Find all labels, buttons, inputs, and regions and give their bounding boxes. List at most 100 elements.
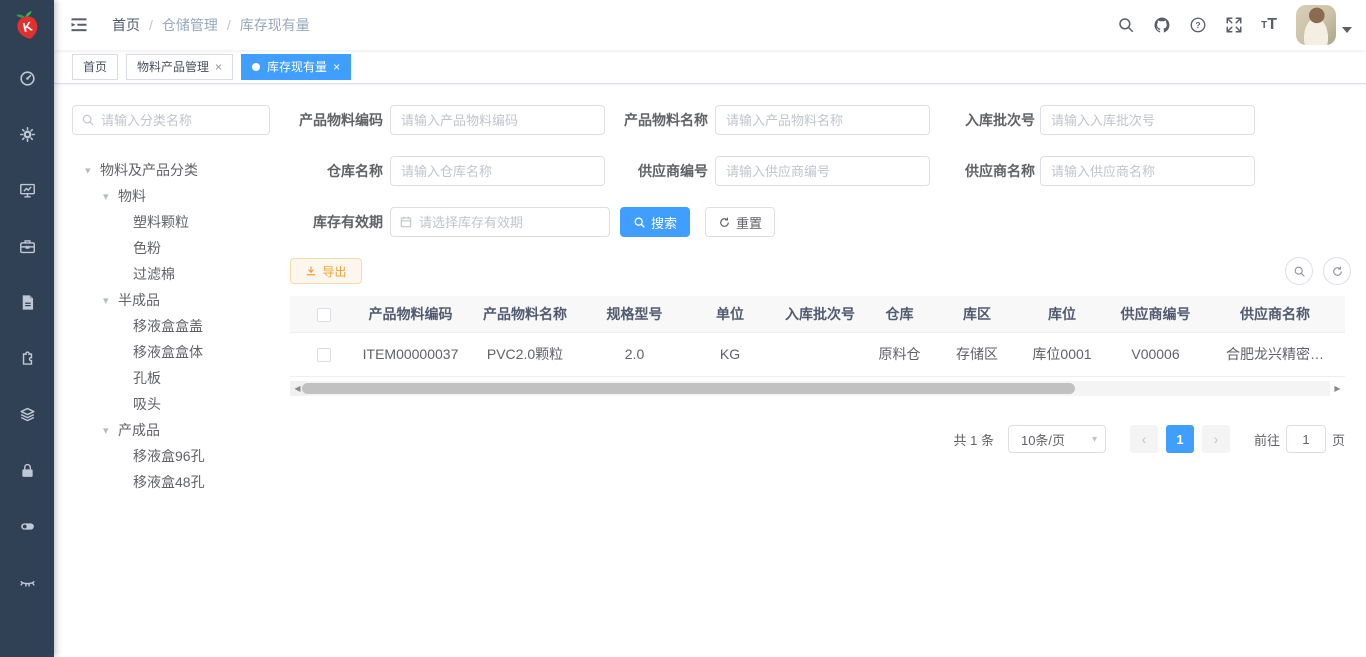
hamburger-icon[interactable] bbox=[54, 0, 104, 50]
cell-item-name: PVC2.0颗粒 bbox=[464, 332, 586, 376]
font-size-button[interactable]: TT bbox=[1252, 0, 1286, 50]
chevron-down-icon: ▾ bbox=[1092, 434, 1097, 445]
scroll-right-icon[interactable]: ▶ bbox=[1330, 381, 1345, 396]
avatar[interactable] bbox=[1296, 5, 1336, 45]
table-row[interactable]: ITEM00000037 PVC2.0颗粒 2.0 KG 原料仓 存储区 库位0… bbox=[290, 332, 1345, 376]
tree-node-leaf[interactable]: 移液盒96孔 bbox=[60, 443, 285, 469]
sidebar-item-eye-closed[interactable] bbox=[0, 554, 54, 610]
top-navbar: 首页 / 仓储管理 / 库存现有量 ? TT bbox=[54, 0, 1366, 50]
tree-node-leaf[interactable]: 孔板 bbox=[60, 365, 285, 391]
sidebar-item-document[interactable] bbox=[0, 274, 54, 330]
tab-inventory-onhand[interactable]: 库存现有量 × bbox=[241, 54, 351, 80]
goto-label: 前往 bbox=[1254, 430, 1280, 449]
svg-text:?: ? bbox=[1196, 21, 1201, 30]
tree-node-leaf[interactable]: 色粉 bbox=[60, 235, 285, 261]
dashboard-icon bbox=[18, 69, 37, 88]
table-header-row: 产品物料编码 产品物料名称 规格型号 单位 入库批次号 仓库 库区 库位 供应商… bbox=[290, 296, 1345, 332]
column-header: 供应商名称 bbox=[1205, 296, 1345, 332]
tree-node-leaf[interactable]: 吸头 bbox=[60, 391, 285, 417]
fullscreen-button[interactable] bbox=[1216, 0, 1252, 50]
breadcrumb-item-current: 库存现有量 bbox=[240, 15, 310, 35]
header-search-button[interactable] bbox=[1108, 0, 1144, 50]
document-icon bbox=[18, 293, 37, 312]
sidebar-item-dashboard[interactable] bbox=[0, 50, 54, 106]
cell-spec: 2.0 bbox=[586, 332, 683, 376]
cell-batch bbox=[777, 332, 863, 376]
app-sidebar: K bbox=[0, 0, 54, 657]
download-icon bbox=[305, 265, 317, 277]
fullscreen-icon bbox=[1225, 16, 1243, 34]
page-size-select[interactable]: 10条/页 ▾ bbox=[1008, 425, 1106, 453]
export-button[interactable]: 导出 bbox=[290, 258, 362, 284]
caret-down-icon[interactable]: ▾ bbox=[103, 190, 118, 203]
expiry-date-input[interactable] bbox=[419, 215, 601, 230]
breadcrumb-separator: / bbox=[149, 17, 153, 33]
tree-node-leaf[interactable]: 移液盒盒盖 bbox=[60, 313, 285, 339]
caret-down-icon[interactable]: ▾ bbox=[103, 294, 118, 307]
eye-closed-icon bbox=[18, 573, 37, 592]
question-icon: ? bbox=[1189, 16, 1207, 34]
close-icon[interactable]: × bbox=[333, 60, 340, 74]
caret-down-icon[interactable]: ▾ bbox=[85, 164, 100, 177]
page-number-button[interactable]: 1 bbox=[1166, 425, 1194, 453]
tree-node-semifinished[interactable]: ▾半成品 bbox=[60, 287, 285, 313]
close-icon[interactable]: × bbox=[215, 60, 222, 74]
column-header: 产品物料名称 bbox=[464, 296, 586, 332]
caret-down-icon[interactable]: ▾ bbox=[103, 424, 118, 437]
tree-node-material[interactable]: ▾物料 bbox=[60, 183, 285, 209]
sidebar-item-toggle[interactable] bbox=[0, 498, 54, 554]
active-dot-icon bbox=[252, 63, 260, 71]
prev-page-button[interactable]: ‹ bbox=[1130, 425, 1158, 453]
next-page-button[interactable]: › bbox=[1202, 425, 1230, 453]
cell-supplier-code: V00006 bbox=[1106, 332, 1205, 376]
sidebar-item-puzzle[interactable] bbox=[0, 330, 54, 386]
cell-item-code: ITEM00000037 bbox=[357, 332, 464, 376]
sidebar-item-lock[interactable] bbox=[0, 442, 54, 498]
column-header: 库位 bbox=[1018, 296, 1106, 332]
app-logo[interactable]: K bbox=[0, 0, 54, 50]
sidebar-item-layers[interactable] bbox=[0, 386, 54, 442]
tree-node-leaf[interactable]: 移液盒48孔 bbox=[60, 469, 285, 495]
batch-no-input[interactable] bbox=[1040, 105, 1255, 135]
column-header: 单位 bbox=[683, 296, 777, 332]
refresh-table-button[interactable] bbox=[1323, 257, 1351, 285]
help-button[interactable]: ? bbox=[1180, 0, 1216, 50]
scrollbar-thumb[interactable] bbox=[302, 383, 1075, 394]
breadcrumb: 首页 / 仓储管理 / 库存现有量 bbox=[112, 15, 310, 35]
goto-page-input[interactable] bbox=[1286, 425, 1326, 453]
cell-warehouse: 原料仓 bbox=[863, 332, 936, 376]
toggle-search-button[interactable] bbox=[1285, 257, 1313, 285]
reset-button[interactable]: 重置 bbox=[705, 207, 775, 237]
tab-material-product[interactable]: 物料产品管理 × bbox=[126, 54, 233, 80]
page-unit-label: 页 bbox=[1332, 430, 1345, 449]
puzzle-icon bbox=[18, 349, 37, 368]
select-all-checkbox[interactable] bbox=[317, 308, 331, 322]
horizontal-scrollbar[interactable]: ◀ ▶ bbox=[290, 381, 1345, 396]
tree-node-finished[interactable]: ▾产成品 bbox=[60, 417, 285, 443]
tree-node-leaf[interactable]: 移液盒盒体 bbox=[60, 339, 285, 365]
sidebar-item-toolbox[interactable] bbox=[0, 218, 54, 274]
breadcrumb-item-home[interactable]: 首页 bbox=[112, 15, 140, 35]
sidebar-item-monitor[interactable] bbox=[0, 162, 54, 218]
breadcrumb-item-warehouse: 仓储管理 bbox=[162, 15, 218, 35]
main-content: ▾物料及产品分类 ▾物料 塑料颗粒 色粉 过滤棉 ▾半成品 移液盒盒盖 移液盒盒… bbox=[54, 84, 1366, 657]
column-header: 库区 bbox=[936, 296, 1018, 332]
field-label-item-code: 产品物料编码 bbox=[233, 105, 383, 135]
navbar-actions: ? TT bbox=[1108, 0, 1366, 50]
tree-node-leaf[interactable]: 过滤棉 bbox=[60, 261, 285, 287]
tab-home[interactable]: 首页 bbox=[72, 54, 118, 80]
layers-icon bbox=[18, 405, 37, 424]
search-icon bbox=[1293, 265, 1306, 278]
github-button[interactable] bbox=[1144, 0, 1180, 50]
refresh-icon bbox=[718, 216, 731, 229]
row-checkbox[interactable] bbox=[317, 348, 331, 362]
search-icon bbox=[1117, 16, 1135, 34]
sidebar-item-settings[interactable] bbox=[0, 106, 54, 162]
expiry-date-picker[interactable] bbox=[390, 207, 610, 237]
column-header: 供应商编号 bbox=[1106, 296, 1205, 332]
field-label-expiry-date: 库存有效期 bbox=[233, 207, 383, 237]
settings-gear-icon bbox=[18, 125, 37, 144]
search-button[interactable]: 搜索 bbox=[620, 207, 690, 237]
caret-down-icon[interactable] bbox=[1342, 27, 1352, 33]
supplier-name-input[interactable] bbox=[1040, 156, 1255, 186]
